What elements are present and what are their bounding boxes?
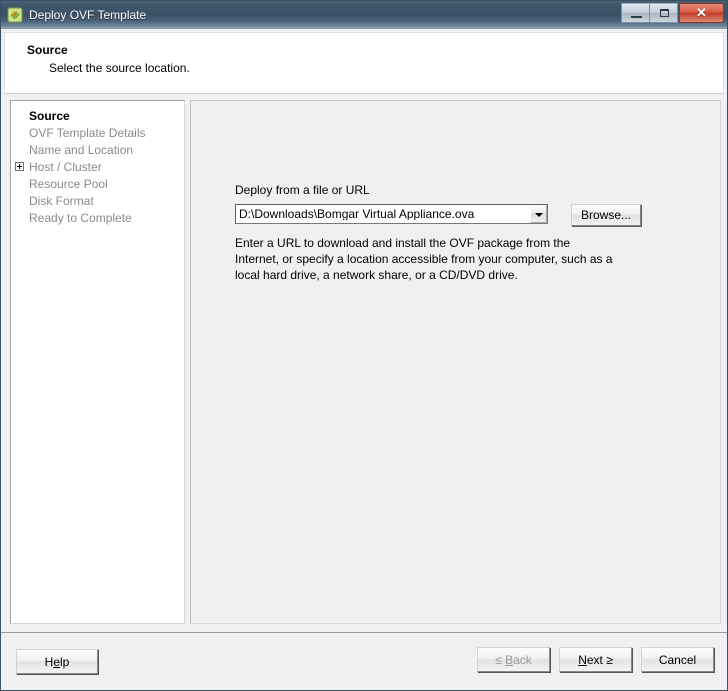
minimize-icon bbox=[631, 15, 642, 18]
sidebar-item-disk-format[interactable]: Disk Format bbox=[11, 192, 184, 209]
window-controls: ✕ bbox=[621, 2, 724, 23]
expand-plus-icon[interactable] bbox=[15, 162, 24, 171]
sidebar-item-label: Disk Format bbox=[29, 193, 94, 208]
sidebar-item-host-cluster[interactable]: Host / Cluster bbox=[11, 158, 184, 175]
window-title: Deploy OVF Template bbox=[29, 7, 147, 22]
sidebar-item-resource-pool[interactable]: Resource Pool bbox=[11, 175, 184, 192]
help-button-label: Help bbox=[44, 654, 70, 669]
body-area: Source OVF Template Details Name and Loc… bbox=[1, 94, 727, 632]
back-button-label: ≤ Back bbox=[495, 652, 532, 667]
source-combobox[interactable]: D:\Downloads\Bomgar Virtual Appliance.ov… bbox=[235, 204, 548, 224]
sidebar-item-ready-to-complete[interactable]: Ready to Complete bbox=[11, 209, 184, 226]
source-field-row: D:\Downloads\Bomgar Virtual Appliance.ov… bbox=[235, 204, 641, 226]
page-header: Source Select the source location. bbox=[4, 32, 724, 94]
sidebar-item-name-and-location[interactable]: Name and Location bbox=[11, 141, 184, 158]
ovf-template-icon bbox=[7, 7, 23, 23]
sidebar-item-label: Host / Cluster bbox=[29, 159, 102, 174]
sidebar-item-label: OVF Template Details bbox=[29, 125, 146, 140]
source-input[interactable]: D:\Downloads\Bomgar Virtual Appliance.ov… bbox=[236, 208, 530, 220]
resize-grip-icon[interactable] bbox=[711, 674, 725, 688]
sidebar-item-label: Ready to Complete bbox=[29, 210, 132, 225]
footer-button-bar: Help ≤ Back Next ≥ Cancel bbox=[1, 632, 727, 690]
page-title: Source bbox=[27, 43, 68, 57]
wizard-nav-buttons: ≤ Back Next ≥ Cancel bbox=[477, 647, 714, 672]
sidebar-item-source[interactable]: Source bbox=[11, 107, 184, 124]
next-button-label: Next ≥ bbox=[578, 652, 613, 667]
maximize-icon bbox=[660, 8, 669, 17]
chevron-down-icon[interactable] bbox=[530, 205, 547, 223]
cancel-button[interactable]: Cancel bbox=[641, 647, 714, 672]
close-icon: ✕ bbox=[696, 5, 707, 20]
sidebar-item-label: Resource Pool bbox=[29, 176, 108, 191]
title-bar[interactable]: Deploy OVF Template ✕ bbox=[1, 1, 727, 29]
sidebar-item-label: Source bbox=[29, 108, 70, 123]
wizard-steps-sidebar: Source OVF Template Details Name and Loc… bbox=[10, 100, 185, 624]
browse-button[interactable]: Browse... bbox=[571, 204, 641, 226]
help-button[interactable]: Help bbox=[16, 649, 98, 674]
page-subtitle: Select the source location. bbox=[49, 61, 190, 75]
content-pane: Deploy from a file or URL D:\Downloads\B… bbox=[190, 100, 721, 624]
source-field-label: Deploy from a file or URL bbox=[235, 183, 370, 197]
close-button[interactable]: ✕ bbox=[679, 2, 724, 23]
sidebar-item-label: Name and Location bbox=[29, 142, 134, 157]
source-description: Enter a URL to download and install the … bbox=[235, 236, 613, 282]
minimize-button[interactable] bbox=[621, 2, 650, 23]
deploy-ovf-template-window: Deploy OVF Template ✕ Source Select the … bbox=[0, 0, 728, 691]
sidebar-item-ovf-template-details[interactable]: OVF Template Details bbox=[11, 124, 184, 141]
next-button[interactable]: Next ≥ bbox=[559, 647, 632, 672]
maximize-button[interactable] bbox=[649, 2, 678, 23]
back-button[interactable]: ≤ Back bbox=[477, 647, 550, 672]
